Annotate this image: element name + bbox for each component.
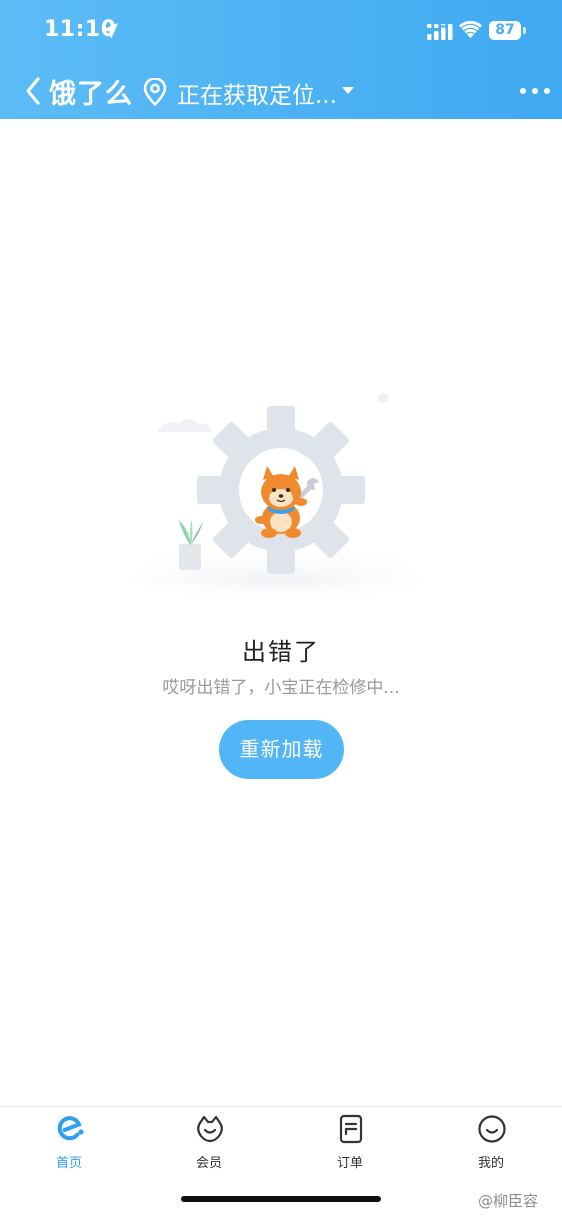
member-icon	[197, 1115, 223, 1143]
profile-icon	[478, 1115, 506, 1143]
tab-label-profile: 我的	[477, 1156, 504, 1171]
cellular-signal-icon	[427, 24, 453, 40]
home-icon	[57, 1116, 84, 1141]
watermark: @柳臣容	[478, 1192, 539, 1210]
location-arrow-icon	[102, 23, 118, 39]
error-illustration	[121, 393, 441, 602]
tab-label-member: 会员	[195, 1156, 222, 1171]
app-title: 饿了么	[49, 79, 133, 110]
more-options-icon[interactable]	[518, 84, 552, 98]
error-description: 哎呀出错了，小宝正在检修中...	[162, 678, 400, 698]
battery-tip	[523, 27, 526, 34]
reload-button[interactable]: 重新加载	[219, 720, 344, 779]
tab-home[interactable]: 首页	[19, 1107, 119, 1177]
tab-profile[interactable]: 我的	[441, 1107, 541, 1177]
app-header: 11:10 87 饿了么 正在获取定位...	[0, 0, 562, 119]
tab-label-orders: 订单	[336, 1156, 363, 1171]
error-title: 出错了	[242, 638, 320, 666]
home-indicator	[181, 1196, 381, 1202]
tab-label-home: 首页	[55, 1156, 82, 1171]
tab-orders[interactable]: 订单	[300, 1107, 400, 1177]
tab-member[interactable]: 会员	[159, 1107, 259, 1177]
location-text: 正在获取定位...	[177, 83, 337, 109]
order-icon	[339, 1114, 363, 1144]
battery-indicator: 87	[489, 21, 526, 41]
location-selector[interactable]: 正在获取定位...	[143, 74, 363, 109]
chevron-down-icon	[342, 87, 354, 94]
wifi-icon	[459, 21, 482, 39]
location-pin-icon	[143, 78, 167, 106]
back-chevron-icon[interactable]	[22, 74, 44, 108]
battery-level: 87	[489, 21, 521, 40]
